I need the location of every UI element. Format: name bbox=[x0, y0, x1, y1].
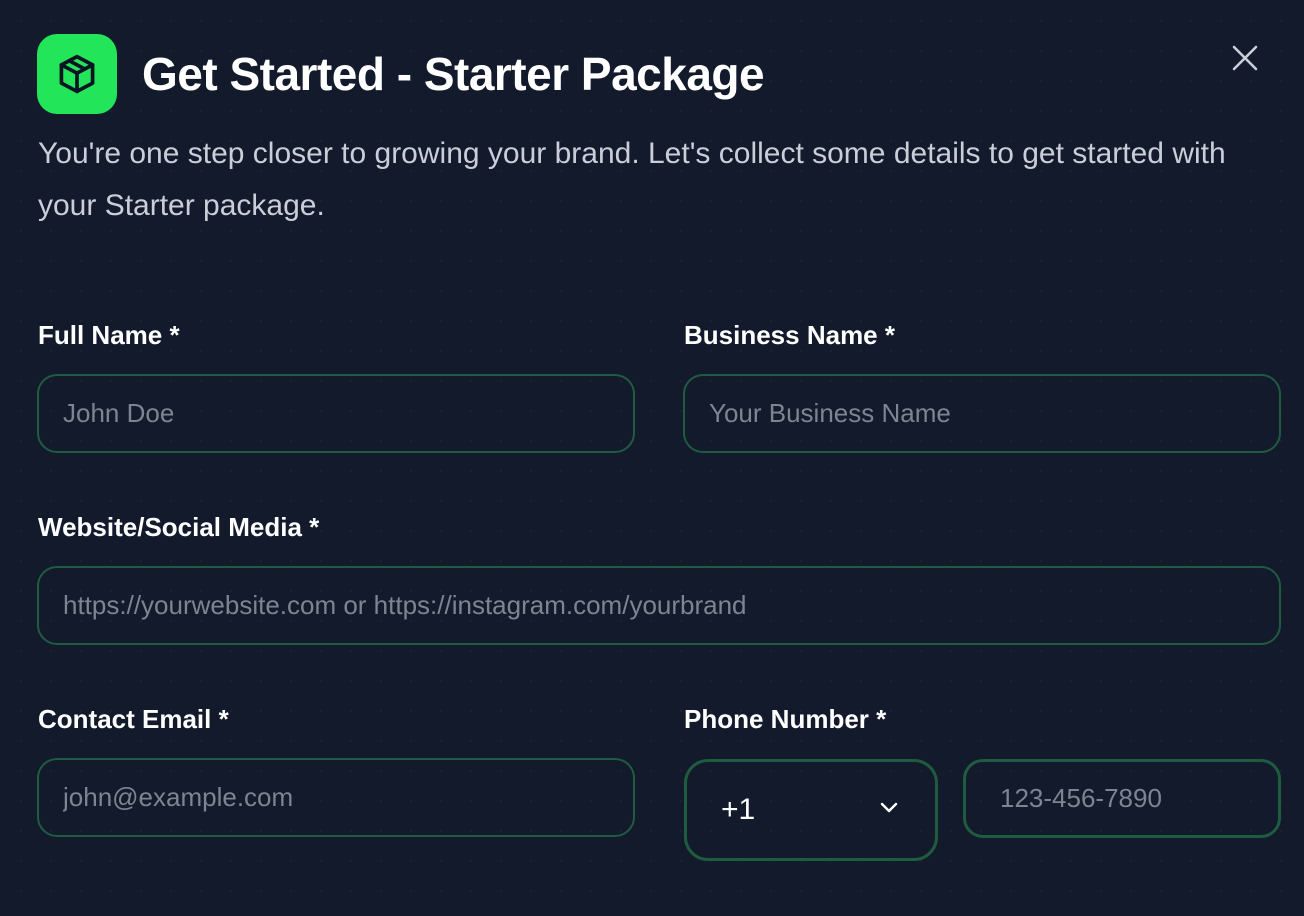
business-name-label: Business Name * bbox=[684, 320, 895, 350]
website-label: Website/Social Media * bbox=[38, 512, 320, 542]
contact-email-label: Contact Email * bbox=[38, 704, 229, 734]
modal-title: Get Started - Starter Package bbox=[142, 48, 765, 100]
package-box-icon bbox=[37, 34, 117, 114]
full-name-input[interactable] bbox=[37, 374, 635, 453]
website-input[interactable] bbox=[37, 566, 1281, 645]
country-code-value: +1 bbox=[721, 793, 756, 826]
full-name-label: Full Name * bbox=[38, 320, 180, 350]
country-code-select[interactable]: +1 bbox=[684, 759, 938, 861]
chevron-down-icon bbox=[879, 801, 899, 819]
email-input[interactable] bbox=[37, 758, 635, 837]
modal-header: Get Started - Starter Package bbox=[37, 34, 765, 114]
phone-number-label: Phone Number * bbox=[684, 704, 887, 734]
business-name-input[interactable] bbox=[683, 374, 1281, 453]
get-started-modal: Get Started - Starter Package You're one… bbox=[0, 0, 1304, 916]
close-icon[interactable] bbox=[1229, 42, 1261, 74]
phone-input[interactable] bbox=[963, 759, 1281, 838]
modal-description: You're one step closer to growing your b… bbox=[38, 137, 1226, 222]
